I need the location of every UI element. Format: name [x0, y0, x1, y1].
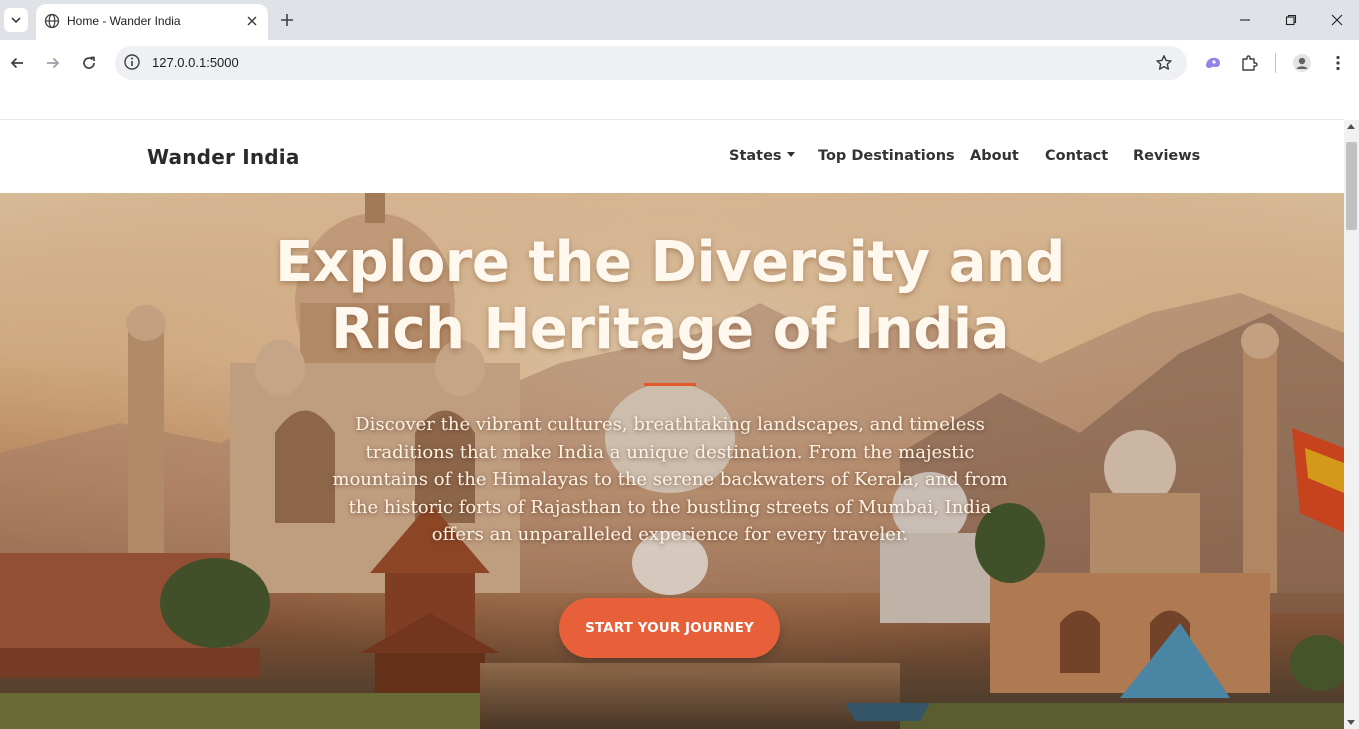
nav-top-destinations[interactable]: Top Destinations [818, 148, 955, 164]
hero-divider [644, 383, 696, 386]
menu-dots-icon[interactable] [1326, 51, 1350, 75]
restore-icon[interactable] [1268, 0, 1314, 40]
window-close-icon[interactable] [1314, 0, 1359, 40]
page-viewport: Wander India States Top Destinations Abo… [0, 86, 1359, 729]
page-scrollbar[interactable] [1344, 120, 1359, 729]
hero-title-line2: Rich Heritage of India [331, 297, 1009, 362]
extension-ai-icon[interactable] [1201, 51, 1225, 75]
forward-icon[interactable] [41, 51, 65, 75]
plus-icon[interactable] [277, 10, 297, 30]
address-bar[interactable]: 127.0.0.1:5000 [115, 46, 1187, 80]
nav-reviews[interactable]: Reviews [1133, 148, 1200, 164]
active-tab[interactable]: Home - Wander India [36, 4, 268, 40]
globe-icon [44, 13, 60, 34]
nav-states-label: States [729, 148, 782, 164]
back-icon[interactable] [5, 51, 29, 75]
tab-search-icon[interactable] [4, 8, 28, 32]
scroll-thumb[interactable] [1346, 142, 1357, 230]
puzzle-icon[interactable] [1237, 51, 1261, 75]
scroll-down-icon[interactable] [1347, 720, 1355, 725]
site-navbar: Wander India States Top Destinations Abo… [0, 121, 1344, 193]
nav-contact[interactable]: Contact [1045, 148, 1108, 164]
info-icon[interactable] [123, 53, 141, 76]
browser-tabstrip: Home - Wander India [0, 0, 1359, 40]
browser-toolbar: 127.0.0.1:5000 [0, 40, 1359, 86]
tab-title: Home - Wander India [67, 14, 181, 28]
reload-icon[interactable] [77, 51, 101, 75]
site-brand[interactable]: Wander India [147, 145, 300, 169]
scroll-up-icon[interactable] [1347, 124, 1355, 129]
star-icon[interactable] [1155, 54, 1173, 77]
caret-down-icon [786, 151, 795, 157]
start-journey-button[interactable]: START YOUR JOURNEY [559, 598, 780, 658]
minimize-icon[interactable] [1222, 0, 1268, 40]
hero-title: Explore the Diversity and Rich Heritage … [270, 229, 1070, 363]
hero-title-line1: Explore the Diversity and [275, 230, 1065, 295]
url-text: 127.0.0.1:5000 [152, 55, 239, 70]
close-icon[interactable] [243, 12, 261, 30]
hero-section: Explore the Diversity and Rich Heritage … [0, 193, 1344, 729]
profile-icon[interactable] [1290, 51, 1314, 75]
nav-about[interactable]: About [970, 148, 1019, 164]
hero-description: Discover the vibrant cultures, breathtak… [332, 414, 1008, 545]
toolbar-separator [1275, 53, 1276, 73]
page-top-spacer [0, 86, 1344, 120]
nav-states-dropdown[interactable]: States [729, 148, 795, 164]
